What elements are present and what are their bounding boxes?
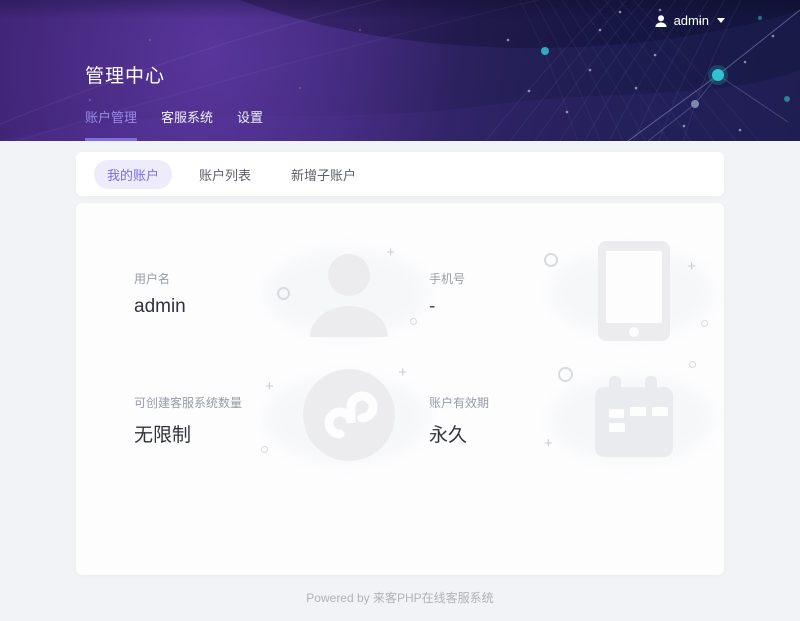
- section-validity-text: 账户有效期 永久: [429, 394, 489, 447]
- username-label: 用户名: [134, 270, 186, 287]
- username-illustration: +: [279, 239, 419, 349]
- service-quota-value: 无限制: [134, 420, 242, 447]
- section-service-quota-text: 可创建客服系统数量 无限制: [134, 394, 242, 447]
- circle-decoration: [701, 320, 708, 327]
- service-quota-illustration: + +: [279, 365, 419, 475]
- main-tabs: 账户管理 客服系统 设置: [85, 107, 263, 141]
- phone-value: -: [429, 296, 465, 318]
- subtab-my-account[interactable]: 我的账户: [94, 160, 172, 189]
- user-avatar-icon: [654, 14, 668, 28]
- page-title: 管理中心: [85, 61, 165, 88]
- account-info-card: 用户名 admin + 手机号 -: [76, 203, 724, 575]
- user-name: admin: [674, 13, 709, 28]
- circle-decoration: [544, 253, 558, 267]
- validity-label: 账户有效期: [429, 394, 489, 411]
- plus-decoration: +: [544, 436, 553, 451]
- tab-service-system[interactable]: 客服系统: [161, 107, 213, 141]
- service-quota-label: 可创建客服系统数量: [134, 394, 242, 411]
- circle-decoration: [410, 318, 417, 325]
- section-phone: 手机号 - +: [419, 238, 704, 350]
- calendar-icon: [582, 365, 686, 469]
- username-value: admin: [134, 296, 186, 318]
- circle-decoration: [558, 367, 573, 382]
- user-icon: [299, 239, 399, 343]
- circle-decoration: [277, 287, 290, 300]
- plus-decoration: +: [687, 259, 696, 274]
- circle-decoration: [689, 361, 696, 368]
- subtab-account-list[interactable]: 账户列表: [186, 160, 264, 189]
- phone-label: 手机号: [429, 270, 465, 287]
- chevron-down-icon: [717, 18, 725, 23]
- phone-icon: [595, 239, 673, 343]
- tab-account-management[interactable]: 账户管理: [85, 107, 137, 141]
- powered-by-text: Powered by 来客PHP在线客服系统: [0, 589, 800, 606]
- plus-decoration: +: [386, 245, 395, 260]
- subtab-add-subaccount[interactable]: 新增子账户: [278, 160, 369, 189]
- account-info-grid: 用户名 admin + 手机号 -: [76, 203, 724, 476]
- section-validity: 账户有效期 永久 +: [419, 364, 704, 476]
- validity-illustration: +: [564, 365, 704, 475]
- validity-value: 永久: [429, 420, 489, 447]
- circle-decoration: [261, 446, 268, 453]
- plus-decoration: +: [265, 379, 274, 394]
- section-phone-text: 手机号 -: [429, 270, 465, 318]
- content-area: 我的账户 账户列表 新增子账户 用户名 admin +: [0, 141, 800, 606]
- hero-header: admin 管理中心 账户管理 客服系统 设置: [0, 0, 800, 141]
- section-username-text: 用户名 admin: [134, 270, 186, 318]
- phone-illustration: +: [564, 239, 704, 349]
- plus-decoration: +: [398, 365, 407, 380]
- service-system-icon: [299, 365, 399, 465]
- user-menu[interactable]: admin: [654, 13, 725, 28]
- tab-settings[interactable]: 设置: [237, 107, 263, 141]
- section-username: 用户名 admin +: [134, 238, 419, 350]
- subtabs-card: 我的账户 账户列表 新增子账户: [76, 152, 724, 196]
- section-service-quota: 可创建客服系统数量 无限制 + +: [134, 364, 419, 476]
